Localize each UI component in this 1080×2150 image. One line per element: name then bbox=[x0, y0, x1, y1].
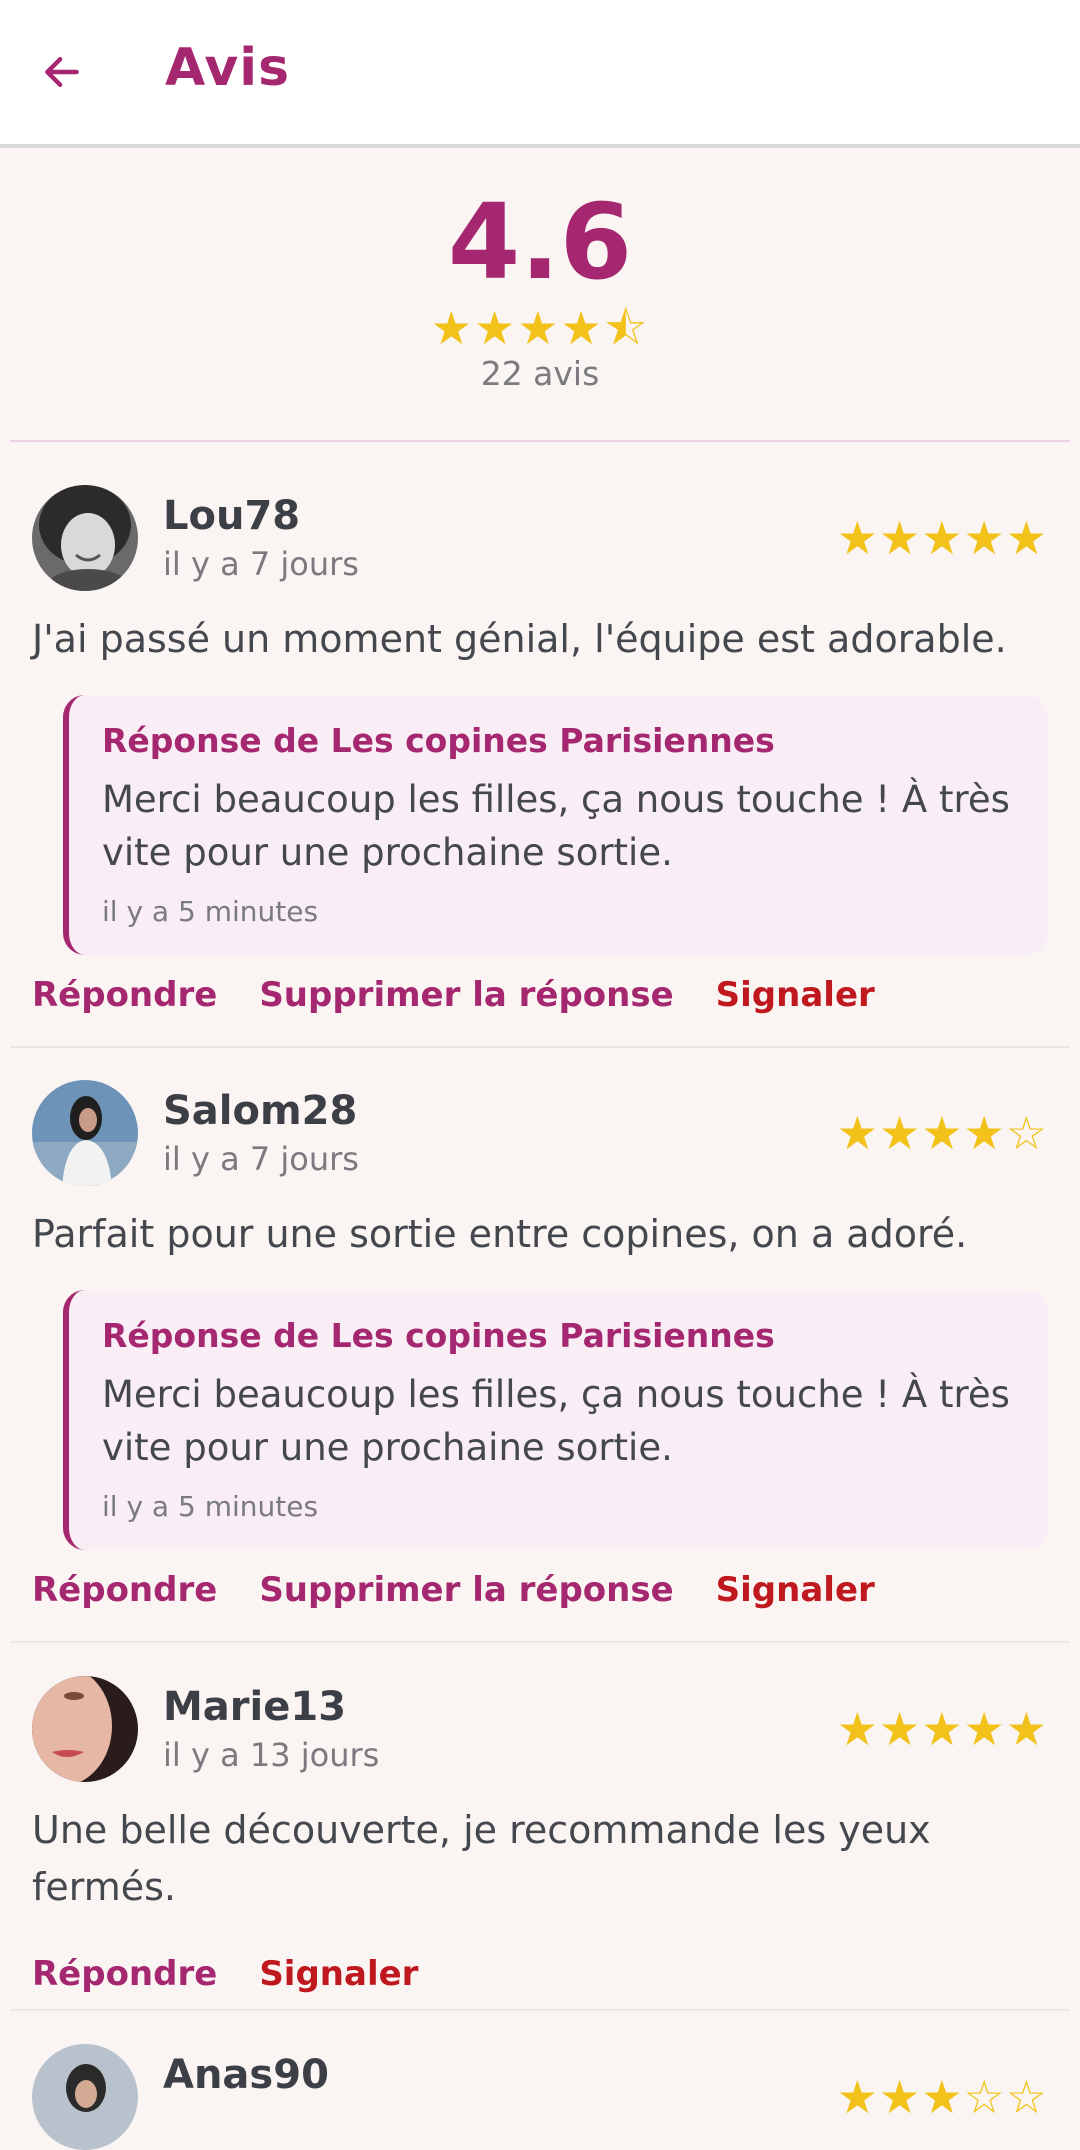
review-text: J'ai passé un moment génial, l'équipe es… bbox=[32, 617, 1007, 661]
review-star-rating: ★★★★★ bbox=[836, 1702, 1048, 1756]
avatar bbox=[32, 1676, 138, 1782]
review-star-rating: ★★★★☆ bbox=[836, 1106, 1048, 1160]
avatar bbox=[32, 2044, 138, 2150]
review-text: Une belle découverte, je recommande les … bbox=[32, 1808, 931, 1909]
reply-text: Merci beaucoup les filles, ça nous touch… bbox=[102, 1373, 1010, 1469]
reviewer-name: Marie13 bbox=[163, 1684, 347, 1730]
reply-text: Merci beaucoup les filles, ça nous touch… bbox=[102, 778, 1010, 874]
delete-reply-button[interactable]: Supprimer la réponse bbox=[259, 975, 673, 1015]
review-divider bbox=[10, 1641, 1070, 1643]
arrow-left-icon bbox=[45, 56, 79, 88]
reply-date: il y a 5 minutes bbox=[102, 1490, 319, 1523]
page-title: Avis bbox=[165, 38, 291, 98]
avatar bbox=[32, 485, 138, 591]
review-actions: Répondre Supprimer la réponse Signaler bbox=[32, 975, 875, 1015]
back-button[interactable] bbox=[32, 42, 92, 102]
review-date: il y a 7 jours bbox=[163, 545, 359, 583]
review-date: il y a 7 jours bbox=[163, 1140, 359, 1178]
review-actions: Répondre Signaler bbox=[32, 1954, 418, 1994]
review-divider bbox=[10, 2009, 1070, 2011]
reply-title: Réponse de Les copines Parisiennes bbox=[102, 1316, 775, 1355]
review-divider bbox=[10, 1046, 1070, 1048]
average-star-rating: ★★★★⯪ bbox=[430, 301, 650, 355]
review-text: Parfait pour une sortie entre copines, o… bbox=[32, 1212, 968, 1256]
report-button[interactable]: Signaler bbox=[259, 1954, 418, 1994]
avatar bbox=[32, 1080, 138, 1186]
respond-button[interactable]: Répondre bbox=[32, 975, 217, 1015]
delete-reply-button[interactable]: Supprimer la réponse bbox=[259, 1570, 673, 1610]
average-rating: 4.6 bbox=[447, 181, 633, 303]
respond-button[interactable]: Répondre bbox=[32, 1570, 217, 1610]
review-star-rating: ★★★★★ bbox=[836, 511, 1048, 565]
review-actions: Répondre Supprimer la réponse Signaler bbox=[32, 1570, 875, 1610]
review-count: 22 avis bbox=[480, 354, 600, 393]
reply-date: il y a 5 minutes bbox=[102, 895, 319, 928]
app-bar: Avis bbox=[0, 0, 1080, 148]
rating-summary: 4.6 ★★★★⯪ 22 avis bbox=[0, 152, 1080, 442]
owner-reply: Réponse de Les copines Parisiennes Merci… bbox=[63, 695, 1048, 955]
review-date: il y a 13 jours bbox=[163, 1736, 380, 1774]
owner-reply: Réponse de Les copines Parisiennes Merci… bbox=[63, 1290, 1048, 1550]
report-button[interactable]: Signaler bbox=[716, 1570, 875, 1610]
report-button[interactable]: Signaler bbox=[716, 975, 875, 1015]
reviewer-name: Anas90 bbox=[163, 2052, 329, 2098]
reviewer-name: Lou78 bbox=[163, 493, 301, 539]
review-star-rating: ★★★☆☆ bbox=[836, 2070, 1048, 2124]
summary-divider bbox=[10, 440, 1070, 442]
respond-button[interactable]: Répondre bbox=[32, 1954, 217, 1994]
reviewer-name: Salom28 bbox=[163, 1088, 358, 1134]
reply-title: Réponse de Les copines Parisiennes bbox=[102, 721, 775, 760]
